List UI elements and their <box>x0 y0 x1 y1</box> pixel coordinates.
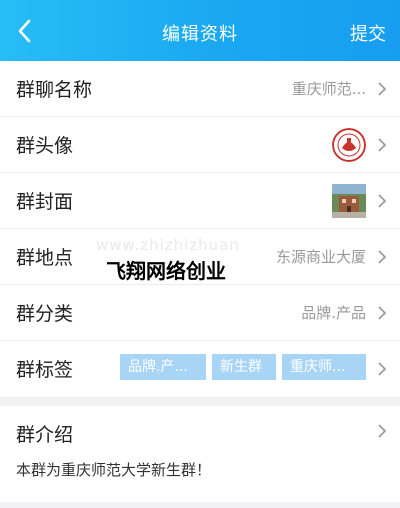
chevron-right-icon <box>378 194 387 208</box>
group-cover-image <box>332 184 366 218</box>
tag-list: 品牌.产... 新生群 重庆师... <box>120 354 366 380</box>
row-label: 群聊名称 <box>16 79 93 101</box>
group-intro-section[interactable]: 群介绍 本群为重庆师范大学新生群！ <box>0 406 400 502</box>
row-label: 群分类 <box>16 303 74 325</box>
row-group-category[interactable]: 群分类 品牌.产品 <box>0 285 400 341</box>
watermark-text: www.zhizhizhuan <box>96 236 240 254</box>
group-name-value: 重庆师范... <box>291 80 366 98</box>
tag-chip[interactable]: 重庆师... <box>282 354 366 380</box>
chevron-right-icon <box>378 306 387 320</box>
intro-text: 本群为重庆师范大学新生群！ <box>16 461 212 479</box>
row-label: 群地点 <box>16 247 74 269</box>
row-label: 群头像 <box>16 135 74 157</box>
group-location-value: 东源商业大厦 <box>275 248 366 266</box>
page-title: 编辑资料 <box>162 24 238 45</box>
tag-chip[interactable]: 品牌.产... <box>120 354 206 380</box>
row-group-tags[interactable]: 群标签 品牌.产... 新生群 重庆师... <box>0 341 400 397</box>
row-label: 群封面 <box>16 191 74 213</box>
submit-button[interactable]: 提交 <box>350 20 386 46</box>
nav-bar: 编辑资料 提交 <box>0 0 400 61</box>
settings-list: 群聊名称 重庆师范... 群头像 群封面 群地点 东源商业大厦 群分类 品牌.产… <box>0 61 400 397</box>
group-avatar-image <box>332 128 366 162</box>
tag-chip[interactable]: 新生群 <box>212 354 276 380</box>
row-group-avatar[interactable]: 群头像 <box>0 117 400 173</box>
chevron-right-icon <box>378 362 387 376</box>
overlay-headline: 飞翔网络创业 <box>106 259 226 283</box>
row-label: 群标签 <box>16 359 74 381</box>
row-group-cover[interactable]: 群封面 <box>0 173 400 229</box>
chevron-right-icon <box>378 424 387 438</box>
chevron-right-icon <box>378 250 387 264</box>
group-category-value: 品牌.产品 <box>301 304 366 322</box>
chevron-right-icon <box>378 82 387 96</box>
row-group-name[interactable]: 群聊名称 重庆师范... <box>0 61 400 117</box>
intro-label: 群介绍 <box>16 424 74 446</box>
chevron-right-icon <box>378 138 387 152</box>
